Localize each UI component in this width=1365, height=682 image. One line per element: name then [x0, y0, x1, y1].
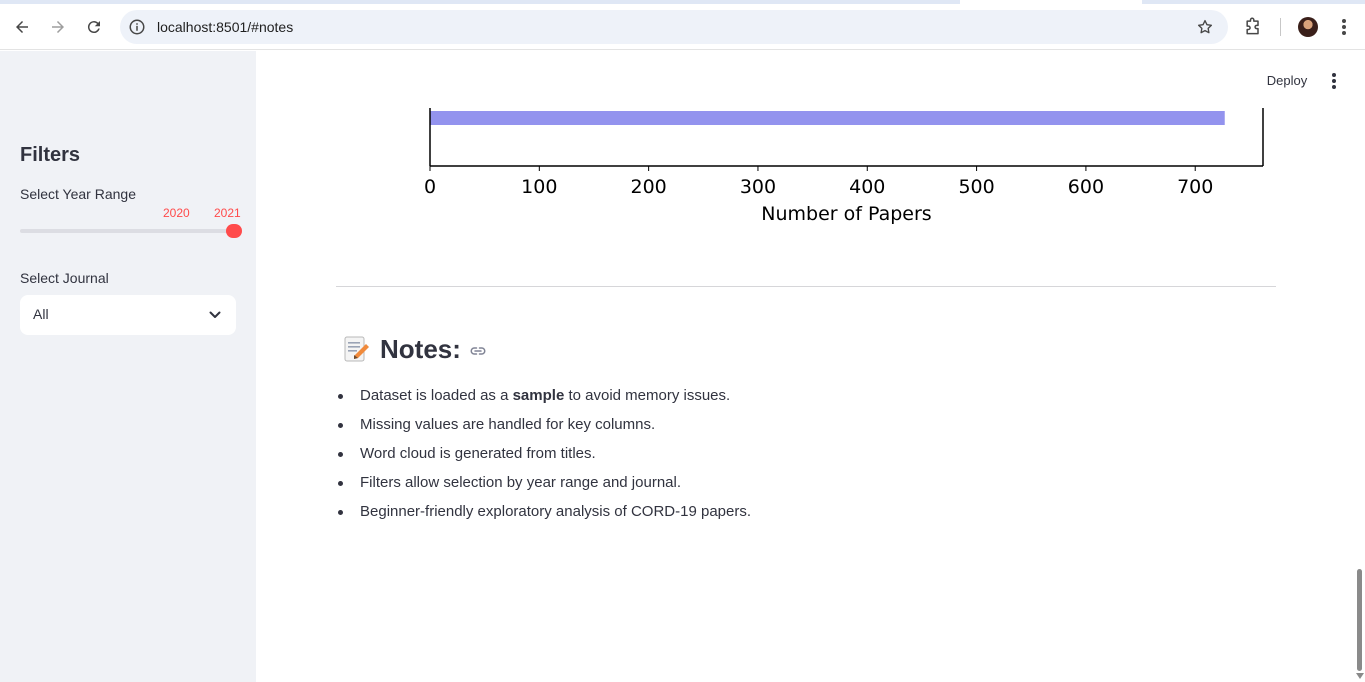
- reload-button[interactable]: [79, 12, 109, 42]
- main-menu-icon[interactable]: [1324, 70, 1344, 92]
- notes-title: Notes:: [380, 333, 461, 364]
- note-item: Beginner-friendly exploratory analysis o…: [336, 500, 1236, 529]
- note-text: to avoid memory issues.: [564, 387, 731, 404]
- note-text: Filters allow selection by year range an…: [360, 474, 681, 491]
- sidebar-title: Filters: [20, 144, 81, 166]
- reload-icon: [87, 21, 100, 34]
- note-emphasis: sample: [512, 387, 565, 404]
- link-icon[interactable]: [469, 342, 487, 360]
- forward-button[interactable]: [43, 12, 73, 42]
- address-bar[interactable]: localhost:8501/#notes: [120, 10, 1228, 44]
- note-item: Missing values are handled for key colum…: [336, 413, 1236, 442]
- journal-select[interactable]: All: [20, 295, 236, 335]
- x-tick-label: 600: [1068, 176, 1104, 198]
- x-tick-label: 500: [958, 176, 994, 198]
- browser-menu-icon[interactable]: [1334, 16, 1354, 38]
- deploy-button[interactable]: Deploy: [1256, 70, 1318, 92]
- back-arrow-icon: [16, 21, 28, 33]
- note-text: Word cloud is generated from titles.: [360, 445, 596, 462]
- note-text: Dataset is loaded as a: [360, 387, 513, 404]
- forward-arrow-icon: [52, 21, 64, 33]
- notes-list: Dataset is loaded as a sample to avoid m…: [336, 384, 1236, 529]
- x-tick-label: 700: [1177, 176, 1213, 198]
- note-item: Dataset is loaded as a sample to avoid m…: [336, 384, 1236, 413]
- sidebar: Filters Select Year Range 2020 2021 Sele…: [0, 51, 256, 682]
- x-tick-label: 400: [849, 176, 885, 198]
- note-text: Missing values are handled for key colum…: [360, 416, 656, 433]
- section-divider: [336, 286, 1276, 287]
- journal-select-value: All: [33, 306, 49, 322]
- back-button[interactable]: [7, 12, 37, 42]
- page-scrollbar[interactable]: [1355, 51, 1365, 682]
- note-text: Beginner-friendly exploratory analysis o…: [360, 503, 752, 520]
- year-range-slider-track[interactable]: [20, 229, 234, 233]
- year-range-slider-thumb[interactable]: [226, 224, 242, 238]
- toolbar-separator: [1280, 18, 1281, 36]
- x-tick-label: 200: [631, 176, 667, 198]
- bookmark-star-icon[interactable]: [1196, 18, 1214, 36]
- browser-toolbar: localhost:8501/#notes: [0, 4, 1365, 50]
- note-item: Filters allow selection by year range an…: [336, 471, 1236, 500]
- x-axis-label: Number of Papers: [761, 203, 931, 225]
- x-tick-label: 0: [424, 176, 436, 198]
- bar: [430, 111, 1225, 125]
- notes-heading: Notes:: [342, 331, 487, 367]
- profile-avatar[interactable]: [1298, 17, 1318, 37]
- scrollbar-thumb[interactable]: [1357, 569, 1362, 671]
- note-item: Word cloud is generated from titles.: [336, 442, 1236, 471]
- journal-select-label: Select Journal: [20, 270, 109, 286]
- x-tick-label: 100: [521, 176, 557, 198]
- year-range-max-value: 2021: [214, 206, 241, 220]
- papers-bar-chart: 0 100 200 300 400 500 600 700 Number of Papers: [424, 108, 1264, 225]
- year-range-min-value: 2020: [163, 206, 190, 220]
- chevron-down-icon: [209, 311, 221, 318]
- year-range-label: Select Year Range: [20, 186, 136, 202]
- extensions-icon[interactable]: [1243, 17, 1263, 37]
- site-info-icon[interactable]: [128, 18, 146, 36]
- memo-icon: [344, 336, 369, 362]
- url-text[interactable]: localhost:8501/#notes: [157, 19, 293, 35]
- x-tick-label: 300: [740, 176, 776, 198]
- scroll-down-arrow-icon[interactable]: [1356, 673, 1364, 679]
